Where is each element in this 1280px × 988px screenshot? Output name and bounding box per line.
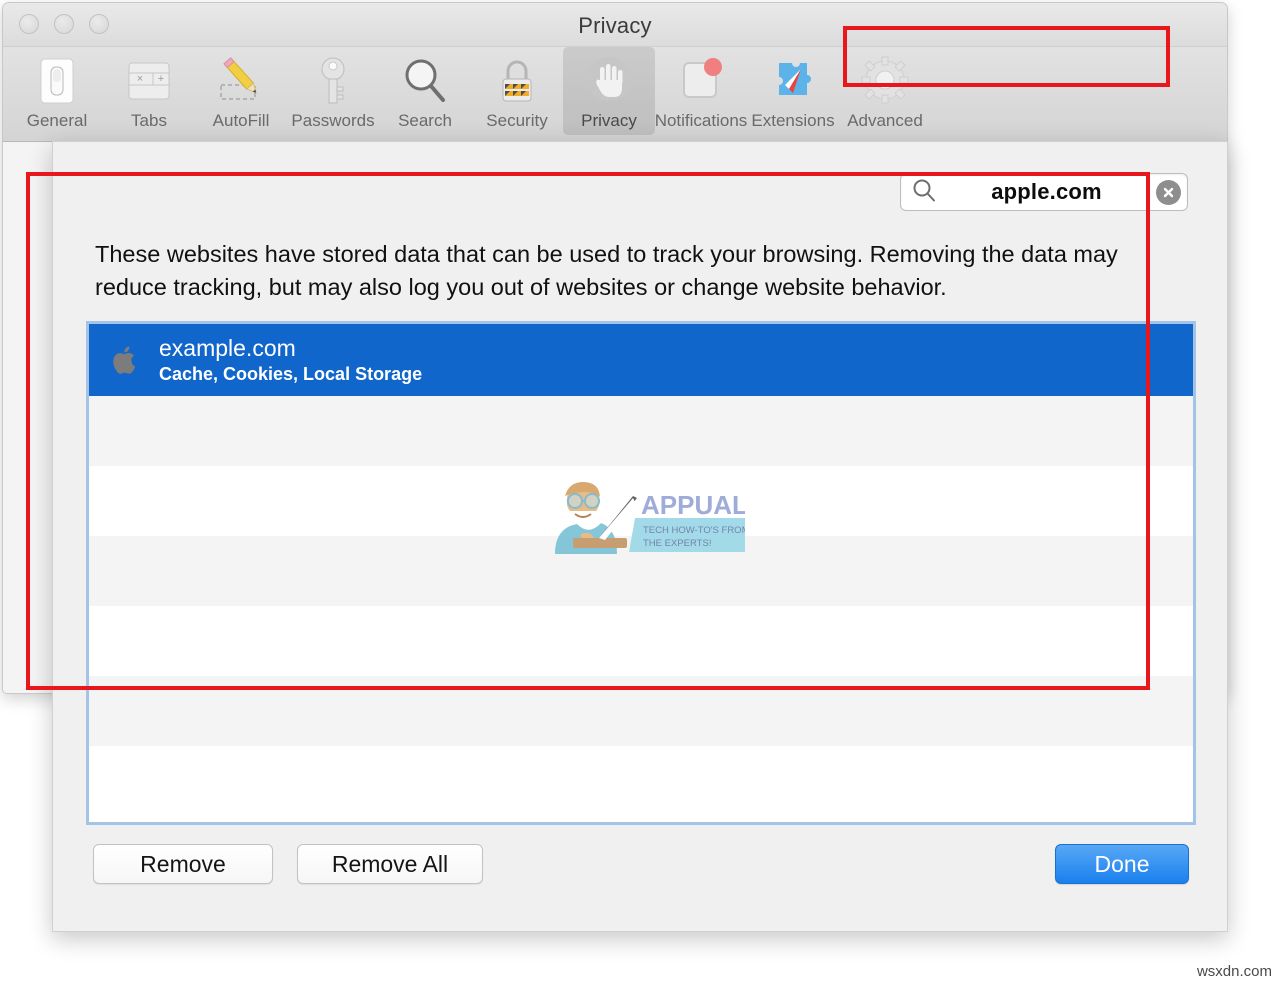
toolbar-label-passwords: Passwords — [291, 111, 375, 130]
toolbar-label-extensions: Extensions — [751, 111, 835, 130]
toolbar-label-general: General — [26, 111, 88, 130]
website-data-sheet: apple.com These websites have stored dat… — [52, 141, 1228, 932]
toolbar-item-privacy[interactable]: Privacy — [563, 47, 655, 135]
toolbar-label-notifications: Notifications — [654, 111, 748, 130]
search-field-container[interactable]: apple.com — [900, 173, 1188, 211]
toolbar-item-security[interactable]: Security — [471, 47, 563, 135]
toolbar-label-autofill: AutoFill — [212, 111, 270, 130]
list-empty-row[interactable] — [89, 746, 1193, 816]
list-empty-row[interactable] — [89, 466, 1193, 536]
toolbar-item-general[interactable]: General — [11, 47, 103, 135]
hand-icon — [583, 55, 635, 107]
remove-button[interactable]: Remove — [93, 844, 273, 884]
magnifier-icon — [401, 55, 449, 107]
padlock-icon — [495, 55, 539, 107]
list-empty-row[interactable] — [89, 396, 1193, 466]
notification-dot-icon — [675, 55, 727, 107]
svg-text:+: + — [158, 73, 164, 85]
svg-text:×: × — [137, 73, 143, 85]
done-button[interactable]: Done — [1055, 844, 1189, 884]
key-icon — [313, 55, 353, 107]
toolbar-item-passwords[interactable]: Passwords — [287, 47, 379, 135]
pencil-icon — [213, 55, 269, 107]
site-watermark: wsxdn.com — [1196, 963, 1272, 980]
list-item[interactable]: example.com Cache, Cookies, Local Storag… — [89, 324, 1193, 396]
list-empty-row[interactable] — [89, 606, 1193, 676]
screen: Privacy General × + Tabs AutoFill Passwo… — [0, 0, 1280, 988]
gear-icon — [859, 55, 911, 107]
toolbar-item-search[interactable]: Search — [379, 47, 471, 135]
preferences-toolbar[interactable]: General × + Tabs AutoFill Passwords Sear… — [3, 47, 1227, 142]
window-titlebar: Privacy — [3, 3, 1227, 47]
toolbar-label-tabs: Tabs — [131, 111, 167, 130]
toolbar-item-extensions[interactable]: Extensions — [747, 47, 839, 135]
toolbar-item-advanced[interactable]: Advanced — [839, 47, 931, 135]
list-empty-row[interactable] — [89, 536, 1193, 606]
search-input[interactable]: apple.com — [941, 179, 1156, 205]
list-item-site: example.com — [159, 335, 296, 361]
toolbar-item-tabs[interactable]: × + Tabs — [103, 47, 195, 135]
general-switch-icon — [33, 55, 81, 107]
clear-search-icon[interactable] — [1156, 179, 1181, 205]
toolbar-label-security: Security — [486, 111, 548, 130]
website-data-list[interactable]: example.com Cache, Cookies, Local Storag… — [86, 321, 1196, 825]
puzzle-compass-icon — [767, 55, 819, 107]
toolbar-label-search: Search — [398, 111, 452, 130]
sheet-description: These websites have stored data that can… — [95, 241, 1118, 300]
toolbar-label-advanced: Advanced — [847, 111, 923, 130]
list-empty-row[interactable] — [89, 676, 1193, 746]
search-icon — [911, 177, 937, 208]
tabs-icon: × + — [123, 55, 175, 107]
toolbar-label-privacy: Privacy — [581, 111, 637, 130]
remove-all-button[interactable]: Remove All — [297, 844, 483, 884]
window-title: Privacy — [578, 13, 652, 38]
sheet-footer: Remove Remove All Done — [53, 826, 1227, 931]
list-item-details: Cache, Cookies, Local Storage — [159, 364, 423, 384]
search-field[interactable]: apple.com — [900, 173, 1188, 211]
apple-logo-icon — [111, 345, 141, 375]
toolbar-item-autofill[interactable]: AutoFill — [195, 47, 287, 135]
toolbar-item-notifications[interactable]: Notifications — [655, 47, 747, 135]
